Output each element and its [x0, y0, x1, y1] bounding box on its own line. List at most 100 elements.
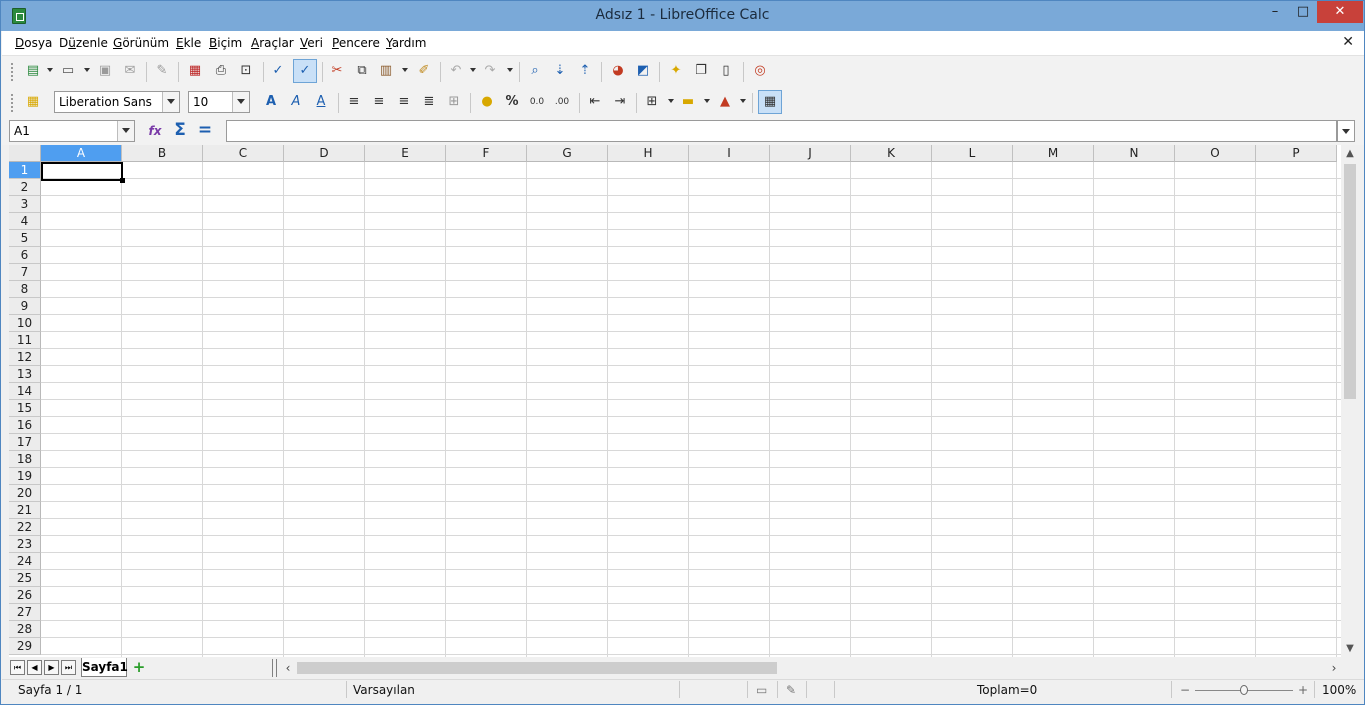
align-center-icon[interactable]: ≡	[370, 93, 388, 111]
column-header[interactable]: P	[1256, 145, 1337, 162]
clone-formatting-icon[interactable]: ✐	[415, 62, 433, 80]
cell-area[interactable]	[41, 162, 1341, 657]
row-header[interactable]: 15	[9, 400, 41, 417]
row-header[interactable]: 28	[9, 621, 41, 638]
last-sheet-icon[interactable]: ⏭	[61, 660, 76, 675]
formula-icon[interactable]: =	[196, 121, 214, 139]
vertical-scrollbar[interactable]: ▲ ▼	[1341, 145, 1359, 657]
standard-number-icon[interactable]: 0.0	[528, 93, 546, 111]
auto-spellcheck-button[interactable]: ✓	[293, 59, 317, 83]
redo-dropdown-icon[interactable]	[507, 68, 513, 72]
row-header[interactable]: 20	[9, 485, 41, 502]
zoom-level[interactable]: 100%	[1322, 683, 1356, 697]
toggle-grid-button[interactable]: ▦	[758, 90, 782, 114]
active-cell-cursor[interactable]	[41, 162, 125, 183]
row-header[interactable]: 27	[9, 604, 41, 621]
merge-cells-icon[interactable]: ⊞	[445, 93, 463, 111]
menu-item[interactable]: Pencere	[332, 36, 380, 50]
increase-indent-icon[interactable]: ⇥	[611, 93, 629, 111]
row-header[interactable]: 16	[9, 417, 41, 434]
formula-input[interactable]	[226, 120, 1337, 142]
font-color-dropdown-icon[interactable]	[740, 99, 746, 103]
column-header[interactable]: L	[932, 145, 1013, 162]
styles-icon[interactable]: ▦	[24, 93, 42, 111]
column-header[interactable]: I	[689, 145, 770, 162]
underline-icon[interactable]: A	[312, 93, 330, 111]
horizontal-scrollbar[interactable]: ‹ ›	[281, 659, 1341, 677]
align-left-icon[interactable]: ≡	[345, 93, 363, 111]
column-header[interactable]: H	[608, 145, 689, 162]
previous-sheet-icon[interactable]: ◀	[27, 660, 42, 675]
find-replace-icon[interactable]: ⌕	[526, 62, 544, 80]
row-header[interactable]: 25	[9, 570, 41, 587]
menu-item[interactable]: Dosya	[15, 36, 52, 50]
scroll-up-icon[interactable]: ▲	[1341, 145, 1359, 162]
row-header[interactable]: 24	[9, 553, 41, 570]
row-header[interactable]: 29	[9, 638, 41, 655]
open-icon[interactable]: ▭	[59, 62, 77, 80]
close-document-icon[interactable]: ✕	[1342, 34, 1354, 50]
close-button[interactable]: ✕	[1317, 1, 1363, 23]
chevron-down-icon[interactable]	[117, 121, 134, 141]
currency-icon[interactable]: ●	[478, 93, 496, 111]
row-header[interactable]: 11	[9, 332, 41, 349]
help-icon[interactable]: ◎	[751, 62, 769, 80]
row-header[interactable]: 26	[9, 587, 41, 604]
pivot-table-icon[interactable]: ◩	[634, 62, 652, 80]
sum-icon[interactable]: Σ	[171, 121, 189, 139]
row-header[interactable]: 18	[9, 451, 41, 468]
row-header[interactable]: 17	[9, 434, 41, 451]
tab-split-handle[interactable]	[272, 659, 277, 677]
scroll-left-icon[interactable]: ‹	[281, 659, 295, 677]
toolbar-grip[interactable]	[11, 63, 15, 81]
export-pdf-icon[interactable]: ▦	[186, 62, 204, 80]
function-wizard-icon[interactable]: fx	[146, 122, 164, 140]
column-header[interactable]: D	[284, 145, 365, 162]
copy-icon[interactable]: ⧉	[353, 62, 371, 80]
name-box[interactable]: A1	[9, 120, 135, 142]
first-sheet-icon[interactable]: ⏮	[10, 660, 25, 675]
sheet-tab[interactable]: Sayfa1	[81, 658, 128, 677]
borders-dropdown-icon[interactable]	[668, 99, 674, 103]
paste-dropdown-icon[interactable]	[402, 68, 408, 72]
sum-display[interactable]: Toplam=0	[977, 683, 1037, 697]
row-header[interactable]: 7	[9, 264, 41, 281]
decrease-indent-icon[interactable]: ⇤	[586, 93, 604, 111]
column-header[interactable]: B	[122, 145, 203, 162]
font-name-combo[interactable]: Liberation Sans	[54, 91, 180, 113]
column-header[interactable]: N	[1094, 145, 1175, 162]
row-header[interactable]: 6	[9, 247, 41, 264]
selection-mode-icon[interactable]: ▭	[756, 683, 767, 697]
row-header[interactable]: 10	[9, 315, 41, 332]
font-size-combo[interactable]: 10	[188, 91, 250, 113]
vertical-scroll-thumb[interactable]	[1344, 164, 1356, 399]
toolbar-grip[interactable]	[11, 94, 15, 112]
sort-ascending-icon[interactable]: ⇣	[551, 62, 569, 80]
open-dropdown-icon[interactable]	[84, 68, 90, 72]
cut-icon[interactable]: ✂	[328, 62, 346, 80]
scroll-right-icon[interactable]: ›	[1327, 659, 1341, 677]
data-sources-icon[interactable]: ▯	[717, 62, 735, 80]
maximize-button[interactable]: □	[1289, 1, 1317, 23]
zoom-out-icon[interactable]: −	[1180, 683, 1190, 697]
font-color-icon[interactable]: ▲	[716, 93, 734, 111]
column-header[interactable]: K	[851, 145, 932, 162]
column-header[interactable]: G	[527, 145, 608, 162]
add-sheet-icon[interactable]: +	[128, 660, 150, 676]
align-right-icon[interactable]: ≡	[395, 93, 413, 111]
save-icon[interactable]: ▣	[96, 62, 114, 80]
column-header[interactable]: A	[41, 145, 122, 162]
background-dropdown-icon[interactable]	[704, 99, 710, 103]
zoom-in-icon[interactable]: +	[1298, 683, 1308, 697]
menu-item[interactable]: Biçim	[209, 36, 242, 50]
new-document-icon[interactable]: ▤	[24, 62, 42, 80]
row-header[interactable]: 3	[9, 196, 41, 213]
row-header[interactable]: 12	[9, 349, 41, 366]
undo-dropdown-icon[interactable]	[470, 68, 476, 72]
row-header[interactable]: 2	[9, 179, 41, 196]
paste-icon[interactable]: ▥	[377, 62, 395, 80]
menu-item[interactable]: Ekle	[176, 36, 201, 50]
menu-item[interactable]: Düzenle	[59, 36, 108, 50]
column-header[interactable]: F	[446, 145, 527, 162]
bold-icon[interactable]: A	[262, 93, 280, 111]
